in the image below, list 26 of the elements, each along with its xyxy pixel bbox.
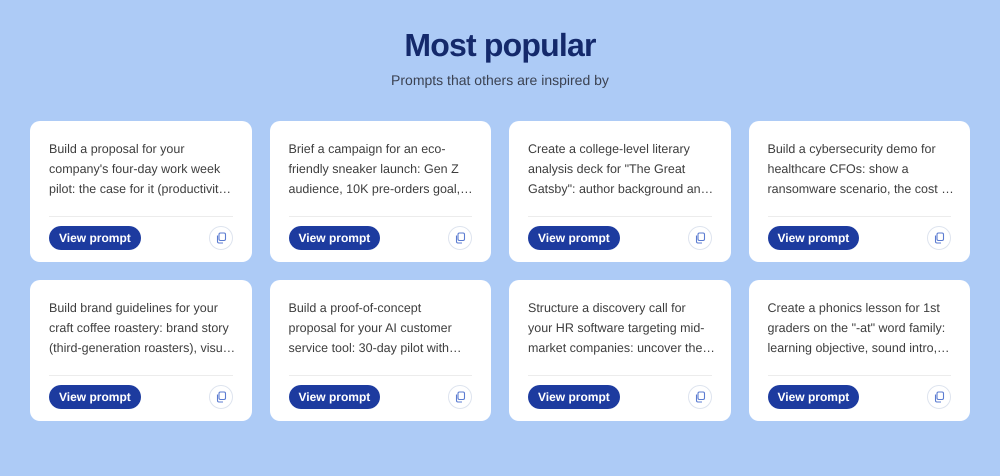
view-prompt-button[interactable]: View prompt — [528, 226, 620, 250]
prompt-text: Create a college-level literary analysis deck for "The Great Gatsby": author background an… — [528, 141, 714, 198]
section-heading: Most popular — [404, 26, 596, 64]
copy-icon[interactable] — [448, 226, 472, 250]
copy-icon[interactable] — [927, 226, 951, 250]
prompt-text: Build a cybersecurity demo for healthcare CFOs: show a ransomware scenario, the cost … — [768, 141, 954, 198]
prompt-text: Create a phonics lesson for 1st graders on the "-at" word family: learning objective, sound intro,… — [768, 300, 950, 357]
copy-icon[interactable] — [208, 385, 232, 409]
prompt-text: Build brand guidelines for your craft coffee roastery: brand story (third-generation roasters), visu… — [49, 300, 236, 357]
copy-icon[interactable] — [448, 385, 472, 409]
view-prompt-button[interactable]: View prompt — [528, 385, 620, 409]
prompt-text: Structure a discovery call for your HR software targeting mid- market companies: uncover the… — [528, 300, 715, 357]
prompt-text: Brief a campaign for an eco- friendly sneaker launch: Gen Z audience, 10K pre-orders goal,… — [288, 141, 473, 198]
view-prompt-button[interactable]: View prompt — [49, 226, 141, 250]
view-prompt-button[interactable]: View prompt — [288, 226, 380, 250]
prompt-text: Build a proof-of-concept proposal for your AI customer service tool: 30-day pilot with… — [288, 300, 462, 357]
section-subheading: Prompts that others are inspired by — [391, 71, 609, 90]
view-prompt-button[interactable]: View prompt — [768, 385, 860, 409]
prompt-text: Build a proposal for your company's four-day work week pilot: the case for it (productivit… — [49, 141, 232, 198]
view-prompt-button[interactable]: View prompt — [288, 385, 380, 409]
view-prompt-button[interactable]: View prompt — [49, 385, 141, 409]
view-prompt-button[interactable]: View prompt — [768, 226, 860, 250]
copy-icon[interactable] — [927, 385, 951, 409]
copy-icon[interactable] — [208, 226, 232, 250]
copy-icon[interactable] — [688, 226, 712, 250]
copy-icon[interactable] — [688, 385, 712, 409]
